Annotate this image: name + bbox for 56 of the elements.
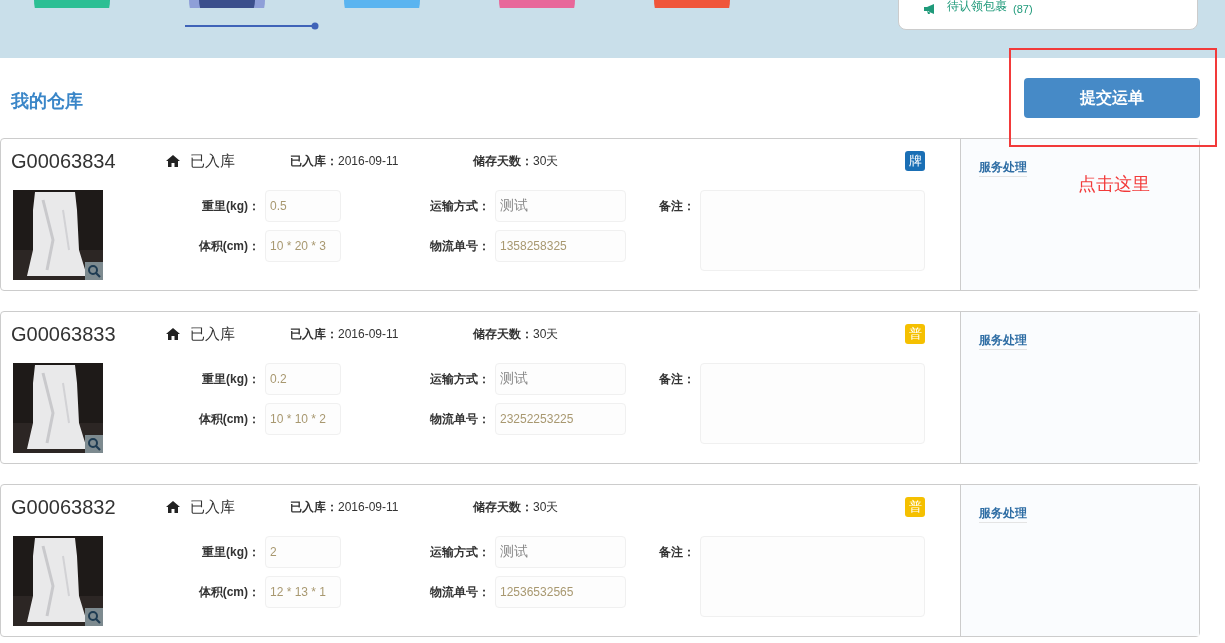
volume-field[interactable]: 12 * 13 * 1 [265,576,341,608]
inbound-label: 已入库： [290,326,338,341]
weight-label: 重里(kg)： [201,197,261,215]
volume-label: 体积(cm)： [197,410,261,428]
submit-button[interactable]: 提交运单 [1024,78,1200,118]
remark-label: 备注： [658,544,696,561]
service-link[interactable]: 服务处理 [979,160,1027,177]
shipping-field[interactable]: 测试 [495,190,626,222]
days-label: 储存天数： [473,499,533,514]
notice-link[interactable]: 待认领包裹 [947,0,1007,15]
notice-count: (87) [1013,3,1033,15]
inbound-date: 2016-09-11 [338,499,399,514]
shipping-label: 运输方式： [429,543,491,561]
tracking-label: 物流单号： [429,237,491,255]
status-text: 已入库 [190,324,235,344]
storage-days: 30天 [533,326,559,341]
package-id: G00063834 [11,149,117,173]
storage-days: 30天 [533,153,559,168]
tracking-label: 物流单号： [429,583,491,601]
remark-label: 备注： [658,371,696,388]
type-badge: 普 [905,497,925,517]
days-label: 储存天数： [473,326,533,341]
tracking-label: 物流单号： [429,410,491,428]
shipping-field[interactable]: 测试 [495,363,626,395]
weight-field[interactable]: 2 [265,536,341,568]
package-id: G00063832 [11,495,117,519]
shipping-label: 运输方式： [429,370,491,388]
shipping-field[interactable]: 测试 [495,536,626,568]
package-id: G00063833 [11,322,117,346]
type-badge: 普 [905,324,925,344]
weight-label: 重里(kg)： [201,543,261,561]
tracking-field[interactable]: 1358258325 [495,230,626,262]
tracking-field[interactable]: 23252253225 [495,403,626,435]
weight-label: 重里(kg)： [201,370,261,388]
weight-field[interactable]: 0.5 [265,190,341,222]
inbound-label: 已入库： [290,153,338,168]
status-text: 已入库 [190,497,235,517]
volume-field[interactable]: 10 * 20 * 3 [265,230,341,262]
volume-field[interactable]: 10 * 10 * 2 [265,403,341,435]
service-link[interactable]: 服务处理 [979,506,1027,523]
type-badge: 牌 [905,151,925,171]
inbound-date: 2016-09-11 [338,326,399,341]
annotation-text: 点击这里 [1078,173,1150,196]
page-title: 我的仓库 [11,90,83,113]
remark-label: 备注： [658,198,696,215]
inbound-label: 已入库： [290,499,338,514]
tracking-field[interactable]: 12536532565 [495,576,626,608]
days-label: 储存天数： [473,153,533,168]
service-link[interactable]: 服务处理 [979,333,1027,350]
weight-field[interactable]: 0.2 [265,363,341,395]
volume-label: 体积(cm)： [197,237,261,255]
volume-label: 体积(cm)： [197,583,261,601]
storage-days: 30天 [533,499,559,514]
shipping-label: 运输方式： [429,197,491,215]
inbound-date: 2016-09-11 [338,153,399,168]
status-text: 已入库 [190,151,235,171]
